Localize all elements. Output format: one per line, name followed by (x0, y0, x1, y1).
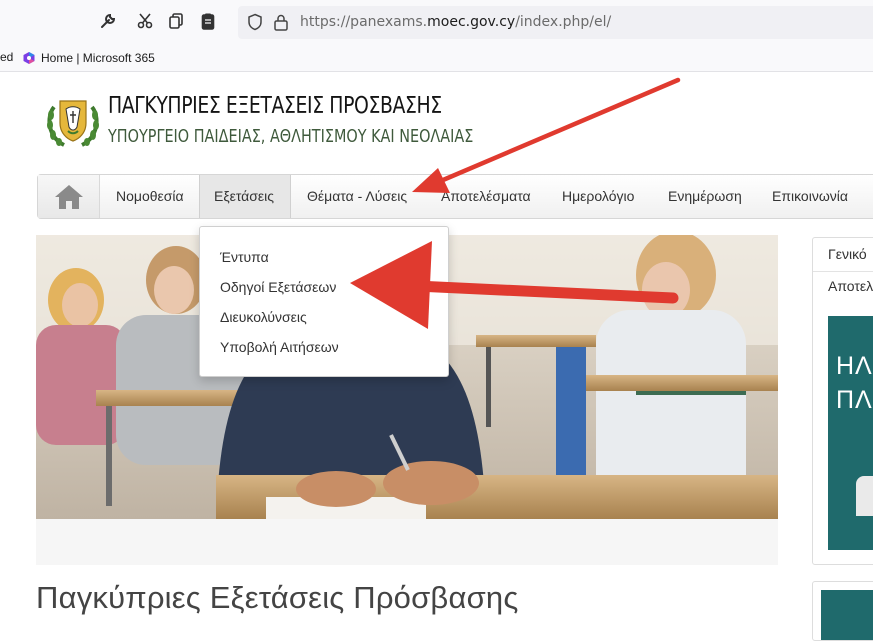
url-text[interactable]: https://panexams.moec.gov.cy/index.php/e… (300, 14, 611, 30)
copy-icon[interactable] (165, 12, 187, 34)
nav-item-contact[interactable]: Επικοινωνία (772, 175, 848, 218)
exams-dropdown-menu: Έντυπα Οδηγοί Εξετάσεων Διευκολύνσεις Υπ… (199, 226, 449, 377)
sidebar-item-results[interactable]: Αποτελ (828, 278, 873, 294)
hero-caption-band (36, 519, 778, 565)
nav-item-legislation[interactable]: Νομοθεσία (116, 175, 184, 218)
banner-graphic (856, 476, 873, 516)
dropdown-item-submit-applications[interactable]: Υποβολή Αιτήσεων (220, 339, 339, 355)
banner-text-line1: ΗΛ (836, 352, 873, 380)
wrench-icon[interactable] (97, 12, 119, 34)
nav-item-news[interactable]: Ενημέρωση (668, 175, 742, 218)
sidebar-item-general[interactable]: Γενικό (828, 246, 867, 262)
bookmarks-bar: ed Home | Microsoft 365 (0, 45, 873, 72)
site-subtitle: ΥΠΟΥΡΓΕΙΟ ΠΑΙΔΕΙΑΣ, ΑΘΛΗΤΙΣΜΟΥ ΚΑΙ ΝΕΟΛΑ… (108, 126, 474, 147)
address-bar[interactable]: https://panexams.moec.gov.cy/index.php/e… (238, 6, 873, 39)
nav-item-results[interactable]: Αποτελέσματα (441, 175, 531, 218)
bookmark-label: Home | Microsoft 365 (41, 51, 155, 65)
browser-toolbar: https://panexams.moec.gov.cy/index.php/e… (0, 0, 873, 45)
lock-icon (274, 14, 288, 31)
home-icon (54, 184, 83, 209)
dropdown-item-exam-guides[interactable]: Οδηγοί Εξετάσεων (220, 279, 336, 295)
nav-home-button[interactable] (38, 175, 100, 218)
bookmark-home-microsoft365[interactable]: Home | Microsoft 365 (22, 49, 155, 67)
sidebar-panel: Γενικό Αποτελ ΗΛ ΠΛ (812, 237, 873, 565)
dropdown-item-forms[interactable]: Έντυπα (220, 249, 269, 265)
microsoft365-icon (23, 52, 35, 64)
banner-text-line2: ΠΛ (836, 386, 873, 414)
cyprus-emblem-logo[interactable] (44, 93, 102, 151)
nav-item-papers-solutions[interactable]: Θέματα - Λύσεις (307, 175, 407, 218)
bookmark-truncated[interactable]: ed (0, 50, 13, 64)
dropdown-item-accommodations[interactable]: Διευκολύνσεις (220, 309, 307, 325)
sidebar-banner[interactable]: ΗΛ ΠΛ (828, 316, 873, 550)
site-title: ΠΑΓΚΥΠΡΙΕΣ ΕΞΕΤΑΣΕΙΣ ΠΡΟΣΒΑΣΗΣ (108, 93, 442, 119)
sidebar-panel-2 (812, 581, 873, 641)
clipboard-icon[interactable] (197, 12, 219, 34)
nav-item-exams[interactable]: Εξετάσεις (199, 175, 291, 218)
shield-icon[interactable] (246, 13, 264, 31)
sidebar-divider (813, 271, 873, 272)
main-nav: Νομοθεσία Εξετάσεις Θέματα - Λύσεις Αποτ… (37, 174, 873, 219)
sidebar-banner-2[interactable] (821, 590, 873, 640)
scissors-icon[interactable] (134, 12, 156, 34)
page-title: Παγκύπριες Εξετάσεις Πρόσβασης (36, 580, 519, 615)
nav-item-calendar[interactable]: Ημερολόγιο (562, 175, 634, 218)
